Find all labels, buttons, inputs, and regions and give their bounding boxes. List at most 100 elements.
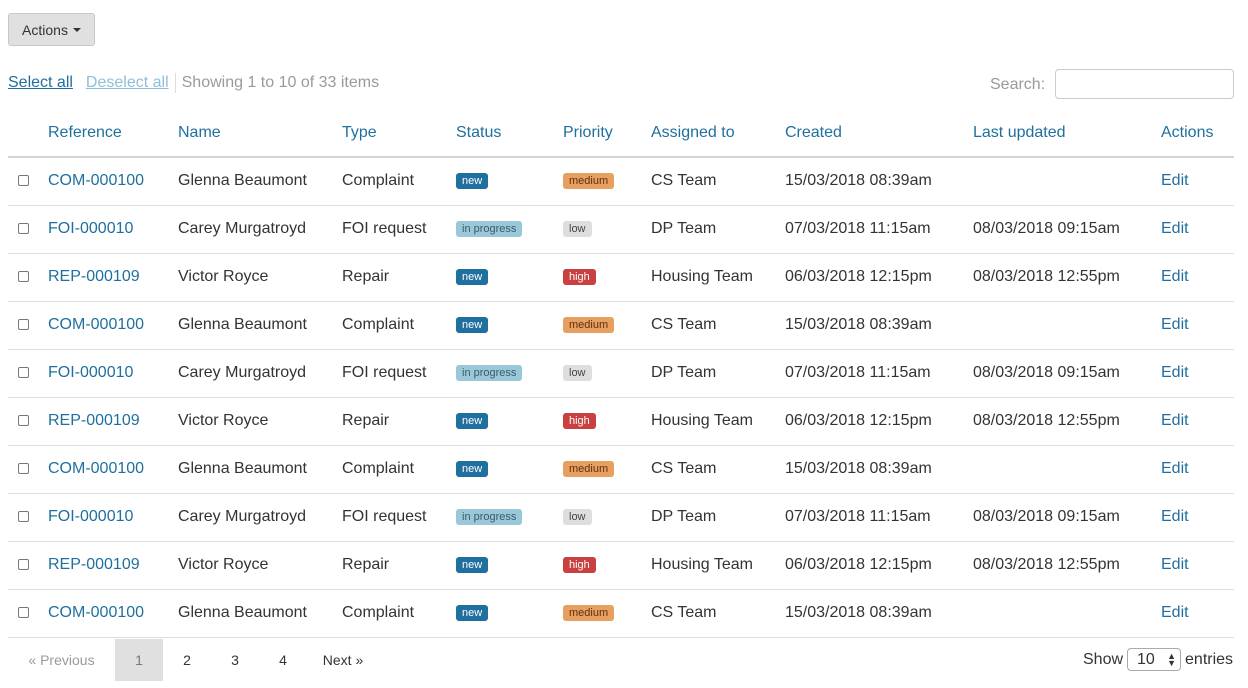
priority-badge: high [563,556,596,573]
updated-cell [973,589,1161,638]
updated-cell [973,157,1161,206]
next-page-button[interactable]: Next » [307,639,379,681]
header-status[interactable]: Status [456,110,563,158]
page-length-control: Show 10 ▲ ▼ entries [1083,648,1233,671]
header-priority[interactable]: Priority [563,110,651,158]
edit-link[interactable]: Edit [1161,301,1234,350]
search-input[interactable] [1055,69,1234,99]
select [8,301,48,350]
status-badge: in progress [456,220,523,237]
priority-badge: medium [563,316,615,333]
priority-badge: medium [563,460,615,477]
table-row: FOI-000010 Carey Murgatroyd FOI request in … [8,493,1234,542]
edit-link[interactable]: Edit [1161,397,1234,446]
reference-cell[interactable]: COM-000100 [48,301,178,350]
status-cell: in progress [456,205,563,254]
priority-cell: high [563,541,651,590]
status-cell: new [456,301,563,350]
header-name[interactable]: Name [178,110,342,158]
row-checkbox[interactable] [18,607,29,618]
edit-link[interactable]: Edit [1161,589,1234,638]
created-cell: 06/03/2018 12:15pm [785,541,973,590]
assigned-cell: CS Team [651,589,785,638]
select-all-link[interactable]: Select all [8,74,73,92]
pagination: « Previous 1 2 3 4 Next » [8,639,379,681]
row-checkbox[interactable] [18,463,29,474]
name-cell: Glenna Beaumont [178,301,342,350]
row-checkbox[interactable] [18,175,29,187]
created-cell: 07/03/2018 11:15am [785,205,973,254]
deselect-all-link[interactable]: Deselect all [86,74,169,92]
row-checkbox[interactable] [18,511,29,522]
edit-link[interactable]: Edit [1161,349,1234,398]
row-checkbox[interactable] [18,415,29,426]
select [8,445,48,494]
row-checkbox[interactable] [18,559,29,570]
page-button-1[interactable]: 1 [115,639,163,681]
page-button-3[interactable]: 3 [211,639,259,681]
reference-cell[interactable]: FOI-000010 [48,349,178,398]
reference-cell[interactable]: COM-000100 [48,589,178,638]
reference-cell[interactable]: REP-000109 [48,541,178,590]
header-assigned-to[interactable]: Assigned to [651,110,785,158]
reference-cell[interactable]: REP-000109 [48,253,178,302]
edit-link[interactable]: Edit [1161,157,1234,206]
edit-link[interactable]: Edit [1161,253,1234,302]
status-cell: in progress [456,493,563,542]
status-cell: new [456,541,563,590]
name-cell: Victor Royce [178,397,342,446]
status-cell: new [456,589,563,638]
edit-link[interactable]: Edit [1161,541,1234,590]
row-checkbox[interactable] [18,223,29,234]
priority-badge: high [563,412,596,429]
type-cell: Repair [342,397,456,446]
updated-cell [973,445,1161,494]
page-length-select[interactable]: 10 ▲ ▼ [1127,648,1182,671]
priority-badge: high [563,268,596,285]
select [8,493,48,542]
header-reference[interactable]: Reference [48,110,178,158]
edit-link[interactable]: Edit [1161,205,1234,254]
page-button-4[interactable]: 4 [259,639,307,681]
name-cell: Glenna Beaumont [178,445,342,494]
header-created[interactable]: Created [785,110,973,158]
header-last-updated[interactable]: Last updated [973,110,1161,158]
reference-cell[interactable]: COM-000100 [48,445,178,494]
row-checkbox[interactable] [18,271,29,282]
page-button-2[interactable]: 2 [163,639,211,681]
assigned-cell: Housing Team [651,541,785,590]
priority-cell: high [563,397,651,446]
select [8,157,48,206]
status-badge: new [456,268,489,285]
created-cell: 15/03/2018 08:39am [785,157,973,206]
header-select [8,110,48,158]
type-cell: FOI request [342,493,456,542]
priority-cell: low [563,349,651,398]
select-arrows-icon: ▲ ▼ [1167,650,1177,668]
name-cell: Carey Murgatroyd [178,205,342,254]
row-checkbox[interactable] [18,367,29,378]
previous-page-button[interactable]: « Previous [8,639,115,681]
edit-link[interactable]: Edit [1161,493,1234,542]
updated-cell: 08/03/2018 12:55pm [973,541,1161,590]
actions-dropdown-button[interactable]: Actions [8,13,95,46]
header-type[interactable]: Type [342,110,456,158]
updated-cell: 08/03/2018 09:15am [973,493,1161,542]
updated-cell [973,301,1161,350]
reference-cell[interactable]: FOI-000010 [48,493,178,542]
reference-cell[interactable]: REP-000109 [48,397,178,446]
table-body: COM-000100 Glenna Beaumont Complaint new med… [8,157,1234,638]
row-checkbox[interactable] [18,319,29,330]
created-cell: 06/03/2018 12:15pm [785,253,973,302]
status-cell: in progress [456,349,563,398]
edit-link[interactable]: Edit [1161,445,1234,494]
reference-cell[interactable]: FOI-000010 [48,205,178,254]
updated-cell: 08/03/2018 12:55pm [973,253,1161,302]
priority-cell: low [563,205,651,254]
toolbar-divider [174,73,176,93]
name-cell: Victor Royce [178,253,342,302]
updated-cell: 08/03/2018 09:15am [973,205,1161,254]
select [8,253,48,302]
assigned-cell: CS Team [651,445,785,494]
reference-cell[interactable]: COM-000100 [48,157,178,206]
